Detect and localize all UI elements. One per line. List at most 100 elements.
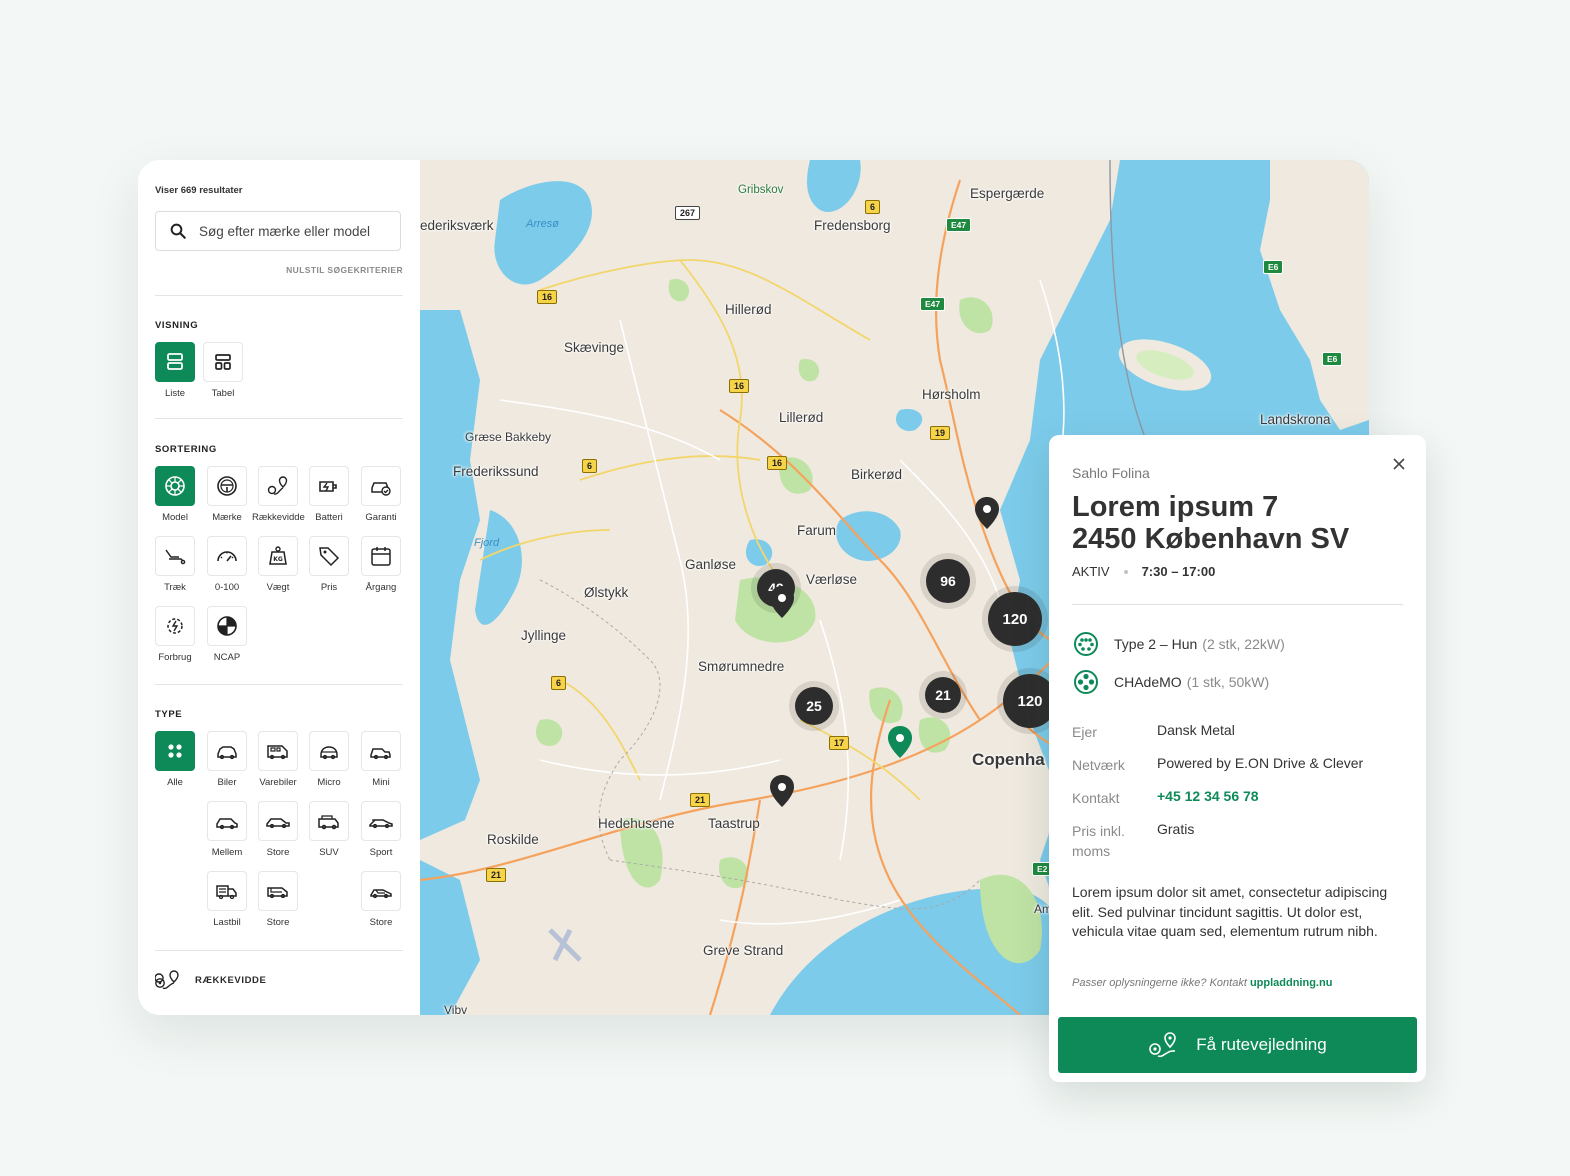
option-label: Træk <box>164 582 186 593</box>
option-box <box>155 536 195 576</box>
road-shield: 6 <box>582 459 598 473</box>
option-box <box>258 871 298 911</box>
station-cluster[interactable]: 25 <box>795 687 833 725</box>
option-large-car[interactable]: Store <box>252 801 304 858</box>
option-wheel[interactable]: Model <box>149 466 201 523</box>
option-route[interactable]: Rækkevidde <box>252 466 305 523</box>
option-coupe[interactable]: Store <box>355 871 407 928</box>
address-line-1: Lorem ipsum 7 <box>1072 491 1279 523</box>
results-count: Viser 669 resultater <box>155 185 243 196</box>
connector-item: Type 2 – Hun (2 stk, 22kW) <box>1072 630 1285 658</box>
view-section-title: VISNING <box>155 320 199 331</box>
speedometer-icon <box>217 551 237 562</box>
selected-station-pin[interactable] <box>887 725 913 759</box>
option-tow-hitch[interactable]: Træk <box>149 536 201 593</box>
place-label: Vibv <box>444 1003 468 1015</box>
get-directions-button[interactable]: Få rutevejledning <box>1058 1017 1417 1073</box>
station-cluster[interactable]: 120 <box>988 592 1042 646</box>
station-cluster[interactable]: 21 <box>925 677 961 713</box>
view-option-label: Tabel <box>211 388 235 399</box>
grid-icon <box>168 744 182 758</box>
place-label: Greve Strand <box>703 943 784 958</box>
steering-wheel-icon <box>217 476 237 496</box>
option-box <box>258 731 298 771</box>
option-ncap[interactable]: NCAP <box>201 606 253 663</box>
type-section-title: TYPE <box>155 709 183 720</box>
option-suv[interactable]: SUV <box>303 801 355 858</box>
route-icon <box>1149 1032 1177 1058</box>
option-truck[interactable]: Lastbil <box>201 871 253 928</box>
option-steering-wheel[interactable]: Mærke <box>201 466 253 523</box>
option-micro-car[interactable]: Micro <box>303 731 355 788</box>
option-energy-gear[interactable]: Forbrug <box>149 606 201 663</box>
option-box <box>309 536 349 576</box>
type2-connector-icon <box>1074 632 1098 656</box>
option-car-check[interactable]: Garanti <box>355 466 407 523</box>
ncap-icon <box>217 616 237 636</box>
divider <box>155 418 403 419</box>
station-address: Lorem ipsum 7 2450 København SV <box>1072 491 1349 555</box>
option-battery[interactable]: Batteri <box>303 466 355 523</box>
view-option-list[interactable]: Liste <box>149 342 201 399</box>
contact-phone-link[interactable]: +45 12 34 56 78 <box>1157 788 1407 804</box>
search-box[interactable] <box>155 211 401 251</box>
detail-key: Pris inkl. moms <box>1072 823 1125 859</box>
divider <box>155 684 403 685</box>
truck-icon <box>216 885 237 900</box>
close-icon[interactable] <box>1392 457 1406 471</box>
road-shield: E47 <box>946 218 972 232</box>
detail-key: Kontakt <box>1072 790 1120 806</box>
range-filter[interactable]: RÆKKEVIDDE <box>155 968 266 992</box>
station-description: Lorem ipsum dolor sit amet, consectetur … <box>1072 884 1388 939</box>
place-label: Taastrup <box>708 816 760 831</box>
option-box <box>361 466 401 506</box>
connector-name: CHAdeMO <box>1114 674 1182 690</box>
option-van[interactable]: Varebiler <box>252 731 304 788</box>
option-sports-car[interactable]: Sport <box>355 801 407 858</box>
option-label: Sport <box>369 847 393 858</box>
option-label: Lastbil <box>213 917 241 928</box>
mini-car-icon <box>370 748 391 760</box>
option-grid[interactable]: Alle <box>149 731 201 788</box>
option-calendar[interactable]: Årgang <box>355 536 407 593</box>
option-box <box>207 606 247 646</box>
option-box <box>207 731 247 771</box>
option-label: Batteri <box>315 512 343 523</box>
option-label: Mellem <box>211 847 243 858</box>
view-option-table[interactable]: Tabel <box>197 342 249 399</box>
option-mini-car[interactable]: Mini <box>355 731 407 788</box>
option-box <box>207 871 247 911</box>
coupe-icon <box>370 889 392 899</box>
option-label: Rækkevidde <box>252 512 305 523</box>
option-medium-car[interactable]: Mellem <box>201 801 253 858</box>
option-label: Mini <box>372 777 390 788</box>
option-car[interactable]: Biler <box>201 731 253 788</box>
station-pin[interactable] <box>769 774 795 808</box>
option-box <box>155 466 195 506</box>
option-estate-car[interactable]: Store <box>252 871 304 928</box>
divider <box>155 295 403 296</box>
view-option-label: Liste <box>164 388 186 399</box>
place-label: ederiksværk <box>420 218 494 233</box>
place-label: Værløse <box>806 572 858 587</box>
option-speedometer[interactable]: 0-100 <box>201 536 253 593</box>
road-shield: 21 <box>690 793 711 807</box>
energy-gear-icon <box>167 618 183 634</box>
search-input[interactable] <box>197 222 391 240</box>
station-pin[interactable] <box>769 585 795 619</box>
report-link[interactable]: uppladdning.nu <box>1250 977 1332 989</box>
option-price-tag[interactable]: Pris <box>303 536 355 593</box>
table-icon <box>215 354 231 370</box>
filter-sidebar: Viser 669 resultater NULSTIL SØGEKRITERI… <box>138 160 420 1015</box>
estate-car-icon <box>267 887 288 899</box>
place-label: Smørumnedre <box>698 659 785 674</box>
station-cluster[interactable]: 96 <box>926 559 970 603</box>
road-shield: 16 <box>767 456 788 470</box>
option-weight[interactable]: KG Vægt <box>252 536 304 593</box>
option-box <box>207 801 247 841</box>
road-shield: 6 <box>551 676 567 690</box>
option-label: Varebiler <box>259 777 297 788</box>
reset-criteria-link[interactable]: NULSTIL SØGEKRITERIER <box>286 265 403 275</box>
station-pin[interactable] <box>974 496 1000 530</box>
option-label: Mærke <box>212 512 242 523</box>
